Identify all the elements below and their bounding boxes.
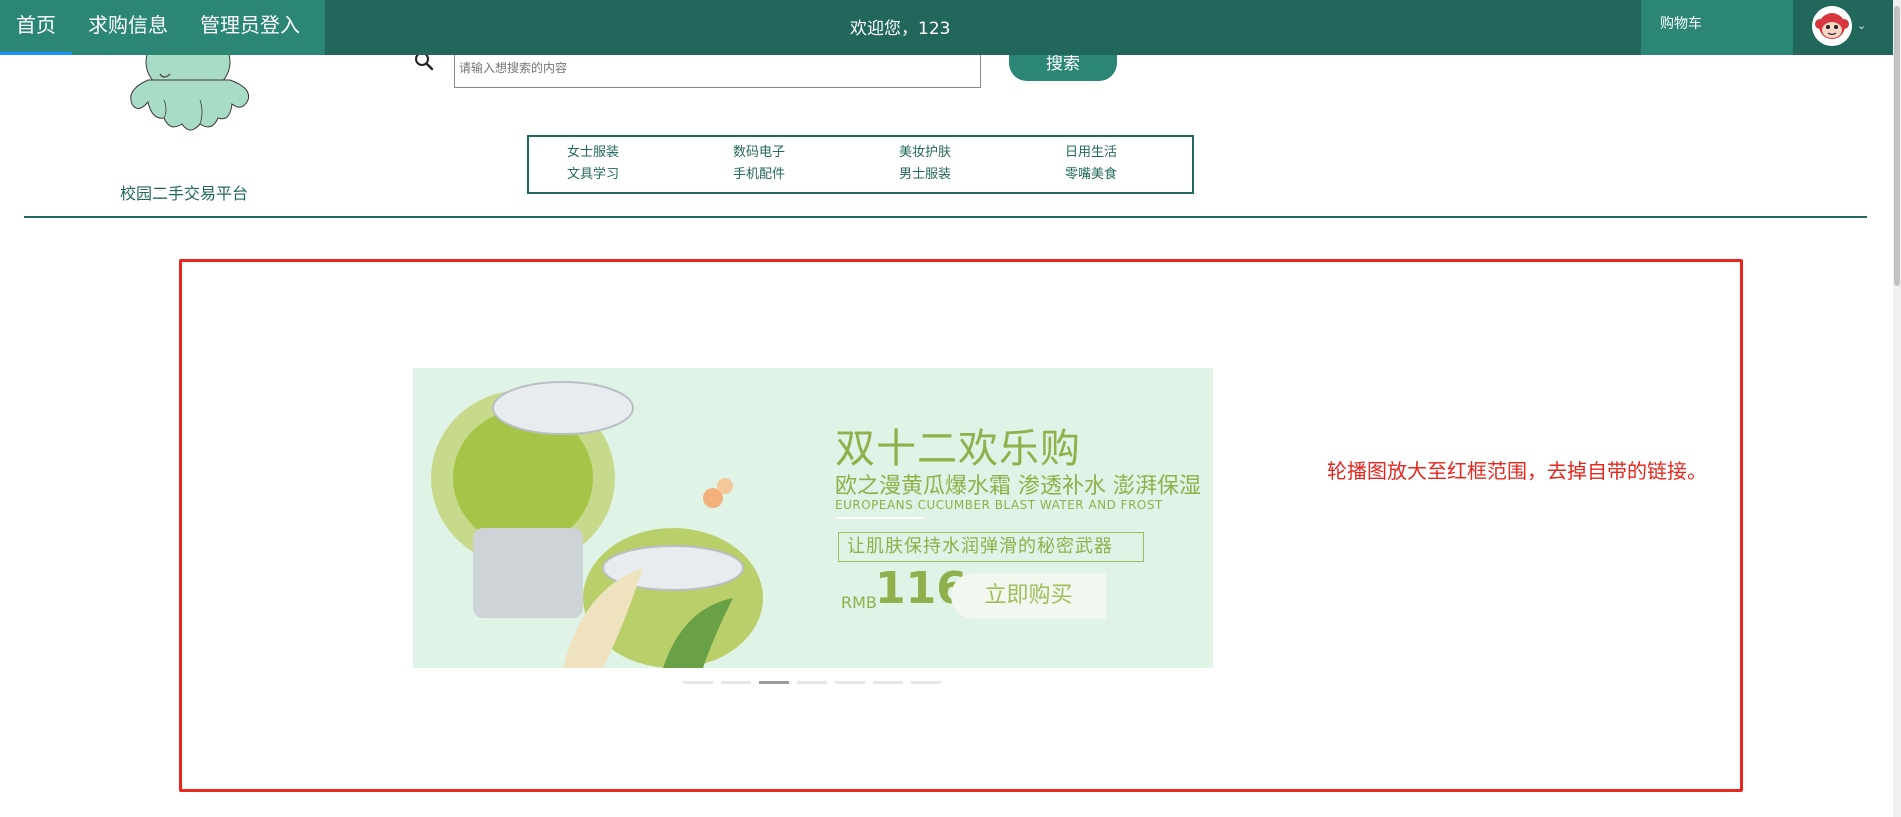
avatar-monkey-icon: [1812, 6, 1852, 46]
nav-item-purchase-requests[interactable]: 求购信息: [72, 0, 184, 55]
banner-currency: RMB: [841, 593, 877, 612]
carousel-indicator[interactable]: [835, 681, 865, 684]
carousel-banner[interactable]: 双十二欢乐购 欧之漫黄瓜爆水霜 渗透补水 澎湃保湿 EUROPEANS CUCU…: [413, 368, 1213, 668]
site-name: 校园二手交易平台: [120, 184, 249, 203]
annotation-note: 轮播图放大至红框范围，去掉自带的链接。: [1327, 459, 1707, 483]
carousel-indicator[interactable]: [873, 681, 903, 684]
banner-subtitle: 欧之漫黄瓜爆水霜 渗透补水 澎湃保湿: [835, 474, 1201, 499]
category-link[interactable]: 美妆护肤: [899, 141, 951, 160]
category-link[interactable]: 女士服装: [567, 141, 619, 160]
category-link[interactable]: 数码电子: [733, 141, 785, 160]
welcome-text: 欢迎您，123: [850, 19, 951, 39]
carousel-indicator[interactable]: [911, 681, 941, 684]
banner-slogan: 让肌肤保持水润弹滑的秘密武器: [838, 532, 1144, 562]
carousel-indicator-active[interactable]: [759, 681, 789, 684]
category-panel: 女士服装 数码电子 美妆护肤 日用生活 文具学习 手机配件 男士服装 零嘴美食: [527, 135, 1194, 194]
category-link[interactable]: 文具学习: [567, 163, 619, 182]
nav-item-home[interactable]: 首页: [0, 0, 72, 55]
page-scrollbar[interactable]: [1893, 0, 1901, 817]
cream-jars-illustration-icon: [413, 368, 833, 668]
category-link[interactable]: 男士服装: [899, 163, 951, 182]
nav-menu: 首页 求购信息 管理员登入: [0, 0, 325, 55]
category-link[interactable]: 手机配件: [733, 163, 785, 182]
carousel-indicator[interactable]: [721, 681, 751, 684]
banner-divider: [835, 517, 925, 519]
top-nav-bar: 首页 求购信息 管理员登入 欢迎您，123 购物车 ⌄: [0, 0, 1893, 55]
banner-english-text: EUROPEANS CUCUMBER BLAST WATER AND FROST: [835, 498, 1163, 512]
chevron-down-icon[interactable]: ⌄: [1857, 19, 1866, 32]
carousel-indicator[interactable]: [683, 681, 713, 684]
nav-item-admin-login[interactable]: 管理员登入: [184, 0, 316, 55]
carousel-indicator[interactable]: [797, 681, 827, 684]
category-link[interactable]: 零嘴美食: [1065, 163, 1117, 182]
user-avatar[interactable]: [1812, 6, 1852, 46]
header-divider: [24, 216, 1867, 218]
banner-title: 双十二欢乐购: [835, 426, 1081, 472]
carousel-indicators: [683, 681, 941, 684]
category-link[interactable]: 日用生活: [1065, 141, 1117, 160]
banner-buy-button[interactable]: 立即购买: [951, 573, 1106, 619]
scrollbar-thumb[interactable]: [1894, 6, 1900, 286]
cart-button[interactable]: 购物车: [1641, 0, 1793, 55]
